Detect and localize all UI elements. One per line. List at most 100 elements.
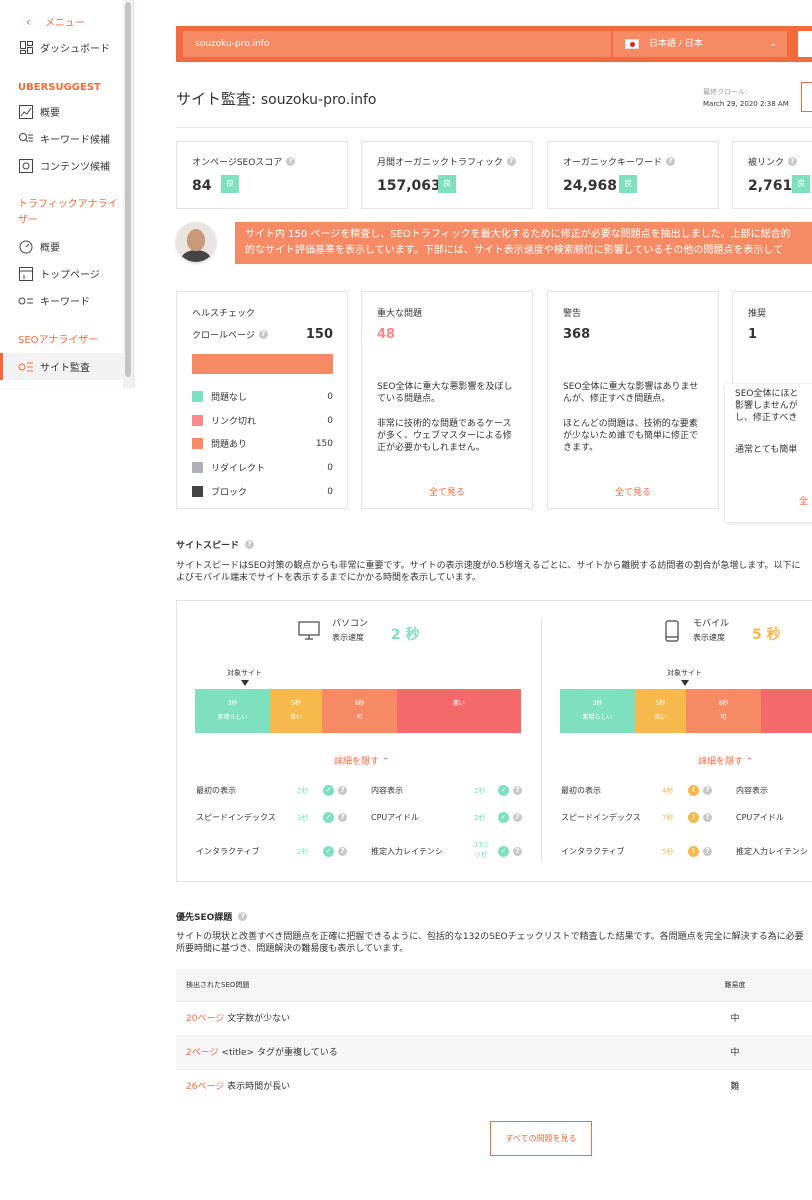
page-count-link[interactable]: 2ページ: [186, 1048, 219, 1058]
desktop-icon: [298, 621, 320, 644]
difficulty-cell: 難: [730, 1082, 740, 1092]
sidebar-item-content-ideas[interactable]: コンテンツ候補: [18, 158, 110, 173]
priority-issues-table: 検出されたSEO問題 難易度 20ページ 文字数が少ない 中 2ページ <tit…: [176, 969, 812, 1103]
speed-metric-label: 推定入力レイテンシ: [371, 847, 443, 856]
segment-label: 3秒: [227, 700, 238, 707]
sidebar-item-traffic-overview[interactable]: 概要: [18, 239, 60, 254]
sidebar-item-keyword-ideas[interactable]: キーワード候補: [18, 131, 110, 146]
status-badge: 良: [619, 175, 637, 193]
legend-value: 150: [315, 438, 333, 449]
speed-metric-label: 最初の表示: [196, 786, 236, 795]
sidebar: ‹ メニュー ダッシュボード UBERSUGGEST 概要 キーワード候補 コン…: [0, 0, 134, 388]
segment-label: 素晴らしい: [217, 714, 248, 721]
recrawl-button[interactable]: [801, 82, 812, 112]
segment-label: 5秒: [291, 700, 301, 707]
legend-row: ブロック 0: [192, 485, 333, 498]
scrollbar-thumb[interactable]: [125, 2, 131, 377]
help-icon[interactable]: ?: [286, 157, 296, 166]
page-count-link[interactable]: 20ページ: [186, 1014, 224, 1024]
sidebar-item-label: コンテンツ候補: [40, 162, 110, 173]
metric-value: 84: [192, 178, 212, 194]
help-icon[interactable]: ?: [666, 157, 676, 166]
status-badge: 良: [221, 175, 239, 193]
domain-input[interactable]: souzoku-pro.info: [183, 31, 611, 57]
health-progress-bar: [192, 354, 333, 374]
help-icon[interactable]: ?: [338, 813, 347, 822]
table-row[interactable]: 26ページ 表示時間が長い 難: [176, 1069, 812, 1103]
help-icon[interactable]: ?: [513, 813, 522, 822]
last-crawl-date: March 29, 2020 2:38 AM: [703, 100, 789, 108]
last-crawl-label: 最終クロール:: [703, 88, 748, 96]
help-icon[interactable]: ?: [506, 157, 516, 166]
segment-label: 8秒: [354, 700, 365, 707]
metric-card-seo-score: オンページSEOスコア? 84 良: [176, 141, 348, 209]
see-all-link[interactable]: 全て見る: [362, 485, 532, 498]
check-icon: ✓: [323, 812, 334, 823]
page-title-domain: souzoku-pro.info: [260, 92, 377, 108]
speed-metric-label: CPUアイドル: [371, 813, 419, 822]
sidebar-item-site-audit[interactable]: サイト監査: [18, 359, 90, 374]
see-all-link[interactable]: 全て見る: [548, 485, 718, 498]
legend-swatch: [192, 438, 203, 449]
section-ubersuggest: UBERSUGGEST: [18, 82, 101, 93]
legend-row: リダイレクト 0: [192, 461, 333, 474]
table-row[interactable]: 20ページ 文字数が少ない 中: [176, 1001, 812, 1035]
help-icon[interactable]: ?: [513, 786, 522, 795]
metric-card-organic-keywords: オーガニックキーワード? 24,968 良: [547, 141, 719, 209]
hide-details-toggle[interactable]: 詳細を隠す ⌃: [698, 754, 753, 767]
device-sub: 表示速度: [332, 633, 364, 642]
help-icon[interactable]: ?: [338, 847, 347, 856]
sidebar-item-top-pages[interactable]: トップページ: [18, 266, 100, 281]
sidebar-item-label: サイト監査: [40, 363, 90, 374]
chevron-up-icon: ⌃: [745, 757, 754, 767]
help-icon[interactable]: ?: [703, 847, 712, 856]
help-icon[interactable]: ?: [513, 847, 522, 856]
sidebar-item-label: 概要: [40, 243, 60, 254]
legend-label: 問題あり: [211, 440, 248, 450]
table-row[interactable]: 2ページ <title> タグが重複している 中: [176, 1035, 812, 1069]
speed-metric-label: 内容表示: [736, 786, 768, 795]
metric-card-organic-traffic: 月間オーガニックトラフィック? 157,063 良: [361, 141, 533, 209]
see-all-issues-button[interactable]: すべての問題を見る: [490, 1121, 592, 1156]
desktop-label: パソコン 表示速度: [332, 617, 368, 645]
issue-cell: 26ページ 表示時間が長い: [186, 1070, 290, 1104]
help-icon[interactable]: ?: [338, 786, 347, 795]
check-icon: ✓: [498, 812, 509, 823]
help-icon[interactable]: ?: [238, 912, 248, 921]
sidebar-item-overview[interactable]: 概要: [18, 104, 60, 119]
last-crawl-info: 最終クロール: March 29, 2020 2:38 AM: [703, 86, 789, 110]
priority-seo-description: サイトの現状と改善すべき問題点を正確に把握できるように、包括的な132のSEOチ…: [176, 932, 804, 942]
help-icon[interactable]: ?: [258, 330, 268, 339]
speed-metric-label: 内容表示: [371, 786, 403, 795]
target-site-label: 対象サイト: [227, 669, 262, 677]
search-button[interactable]: [798, 31, 812, 57]
help-icon[interactable]: ?: [703, 813, 712, 822]
page-count-link[interactable]: 26ページ: [186, 1082, 224, 1092]
keyword-icon: [18, 294, 34, 308]
legend-row: 問題あり 150: [192, 437, 333, 450]
gauge-icon: [18, 240, 34, 254]
help-icon[interactable]: ?: [245, 540, 255, 549]
metric-label: オンページSEOスコア: [192, 158, 283, 168]
hide-details-toggle[interactable]: 詳細を隠す ⌃: [334, 754, 389, 767]
help-icon[interactable]: ?: [703, 786, 712, 795]
dashboard-icon: [18, 41, 34, 55]
priority-seo-heading: 優先SEO課題 ?: [176, 910, 248, 923]
check-icon: ✓: [323, 785, 334, 796]
help-icon[interactable]: ?: [788, 157, 798, 166]
speed-segment: 8秒可: [322, 689, 397, 733]
issue-card-title: 重大な問題: [377, 309, 423, 319]
page-title-prefix: サイト監査:: [176, 90, 257, 108]
sidebar-item-dashboard[interactable]: ダッシュボード: [18, 40, 110, 55]
segment-label: 悪い: [452, 700, 465, 707]
menu-back-link[interactable]: ‹ メニュー: [26, 14, 85, 30]
legend-swatch: [192, 486, 203, 497]
speed-metric-label: スピードインデックス: [196, 813, 276, 822]
sidebar-item-keywords[interactable]: キーワード: [18, 293, 90, 308]
segment-label: 8秒: [718, 700, 729, 707]
see-all-link[interactable]: 全: [799, 494, 808, 507]
hide-details-label: 詳細を隠す: [334, 757, 380, 767]
language-select[interactable]: 日本語 / 日本 ⌄: [613, 31, 787, 57]
speed-segment: 8秒可: [686, 689, 761, 733]
sidebar-scrollbar[interactable]: [123, 0, 133, 388]
